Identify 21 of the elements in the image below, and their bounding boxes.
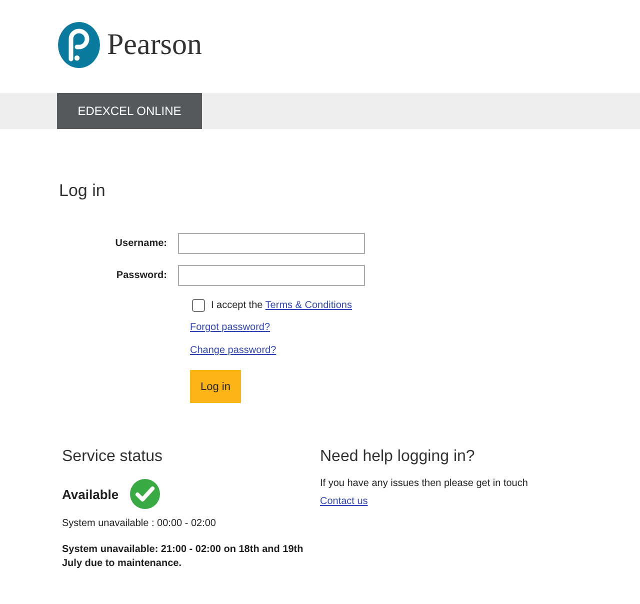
section-heading: Need help logging in?	[320, 448, 476, 466]
password-field[interactable]	[178, 265, 365, 286]
status-note: System unavailable: 21:00 - 02:00 on 18th and 19th July due to maintenance.	[62, 543, 304, 571]
section-heading: Service status	[62, 448, 164, 466]
terms-link[interactable]: Terms & Conditions	[265, 300, 352, 311]
status-label: Available	[62, 486, 119, 502]
password-link[interactable]: Forgot password?	[190, 322, 270, 333]
help-text: If you have any issues then please get in touch	[320, 478, 529, 489]
field-label: Username:	[114, 238, 168, 249]
brand-name: Pearson	[107, 28, 202, 62]
login-heading: Log in	[59, 181, 106, 201]
field-label: Password:	[115, 270, 168, 281]
terms-text: I accept the Terms & Conditions	[211, 300, 352, 311]
nav-tab[interactable]: EDEXCEL ONLINE	[57, 93, 202, 129]
login-button[interactable]: Log in	[190, 370, 241, 403]
password-link[interactable]: Change password?	[190, 345, 276, 356]
status-note: System unavailable : 00:00 - 02:00	[62, 518, 217, 529]
username-field[interactable]	[178, 233, 365, 254]
pearson-logo-icon	[57, 20, 101, 68]
contact-link[interactable]: Contact us	[320, 496, 368, 507]
terms-checkbox[interactable]	[192, 299, 205, 312]
